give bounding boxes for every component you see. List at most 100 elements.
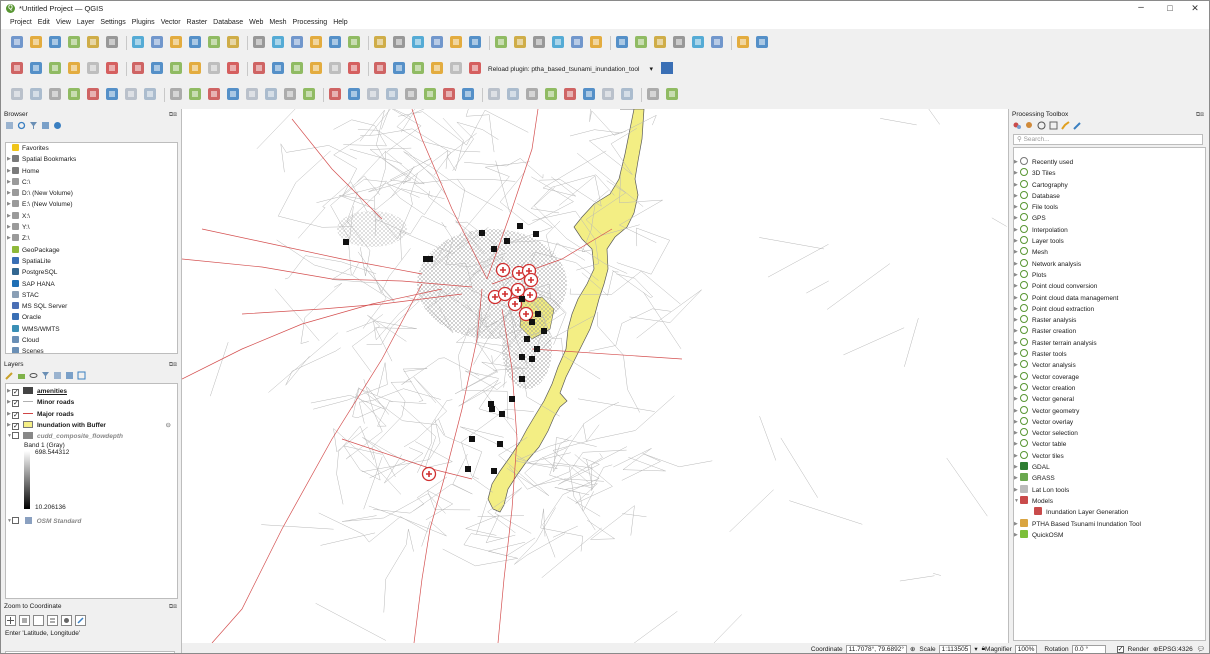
toolbar-tool-icon[interactable] — [486, 86, 502, 104]
marker-icon[interactable] — [75, 614, 86, 628]
toolbar-tool-icon[interactable] — [467, 34, 483, 52]
browser-item[interactable]: ▶ Y:\ — [6, 222, 177, 233]
toolbar-tool-icon[interactable] — [581, 86, 597, 104]
browser-item[interactable]: GeoPackage — [6, 245, 177, 256]
toolbar-tool-icon[interactable] — [130, 34, 146, 52]
toolbar-tool-icon[interactable] — [47, 86, 63, 104]
browser-item[interactable]: Favorites — [6, 143, 177, 154]
menu-settings[interactable]: Settings — [97, 19, 128, 26]
processing-item[interactable]: ▶ Vector creation — [1014, 382, 1205, 394]
processing-item[interactable]: ▶ Plots — [1014, 269, 1205, 281]
menu-edit[interactable]: Edit — [35, 19, 53, 26]
layer-row[interactable]: ▶ ✓ Major roads — [6, 409, 177, 420]
expand-arrow-icon[interactable]: ▶ — [1014, 281, 1018, 292]
browser-item[interactable]: ▶ E:\ (New Volume) — [6, 199, 177, 210]
messages-icon[interactable]: 💬︎ — [1197, 645, 1205, 653]
toolbar-tool-icon[interactable] — [225, 86, 241, 104]
browser-item[interactable]: Oracle — [6, 312, 177, 323]
toolbar-tool-icon[interactable] — [206, 60, 222, 78]
menu-database[interactable]: Database — [210, 19, 246, 26]
toolbar-tool-icon[interactable] — [289, 34, 305, 52]
processing-search-input[interactable]: ⚲ Search... — [1013, 134, 1203, 145]
toolbar-tool-icon[interactable] — [28, 86, 44, 104]
menu-help[interactable]: Help — [330, 19, 350, 26]
crs-button[interactable]: EPSG:4326 — [1158, 646, 1192, 653]
expand-arrow-icon[interactable]: ▶ — [7, 233, 11, 244]
layer-checkbox[interactable]: ✓ — [12, 422, 19, 430]
layer-row[interactable]: ▼ cudd_composite_flowdepth — [6, 431, 177, 442]
expand-arrow-icon[interactable]: ▶ — [1014, 383, 1018, 394]
processing-item[interactable]: ▶ Raster terrain analysis — [1014, 337, 1205, 349]
toolbar-tool-icon[interactable] — [168, 60, 184, 78]
toolbar-tool-icon[interactable] — [652, 34, 668, 52]
filter-indicator-icon[interactable]: ⊖ — [166, 420, 171, 431]
expand-arrow-icon[interactable]: ▶ — [1014, 225, 1018, 236]
toolbar-tool-icon[interactable] — [66, 60, 82, 78]
panel-float-close-icon[interactable]: ⧉⊠ — [1196, 110, 1204, 121]
processing-item[interactable]: ▶ Raster creation — [1014, 326, 1205, 337]
help-icon[interactable] — [659, 60, 675, 78]
toolbar-tool-icon[interactable] — [28, 60, 44, 78]
toolbar-tool-icon[interactable] — [149, 34, 165, 52]
menu-vector[interactable]: Vector — [158, 19, 184, 26]
reload-plugin-dropdown-icon[interactable]: ▾ — [649, 65, 653, 73]
processing-item[interactable]: ▶ Point cloud extraction — [1014, 303, 1205, 315]
toolbar-tool-icon[interactable] — [85, 60, 101, 78]
toolbar-tool-icon[interactable] — [187, 60, 203, 78]
toolbar-tool-icon[interactable] — [270, 60, 286, 78]
browser-item[interactable]: WMS/WMTS — [6, 324, 177, 335]
toolbar-tool-icon[interactable] — [47, 60, 63, 78]
toolbar-tool-icon[interactable] — [130, 60, 146, 78]
toolbar-tool-icon[interactable] — [225, 34, 241, 52]
toolbar-tool-icon[interactable] — [735, 34, 751, 52]
panel-float-close-icon[interactable]: ⧉⊠ — [169, 360, 177, 371]
expand-arrow-icon[interactable]: ▶ — [1014, 191, 1018, 202]
minimize-button[interactable]: – — [1125, 1, 1157, 16]
expand-arrow-icon[interactable]: ▶ — [7, 154, 11, 165]
toolbar-tool-icon[interactable] — [550, 34, 566, 52]
style-icon[interactable] — [5, 371, 14, 382]
processing-item[interactable]: ▶ Recently used — [1014, 157, 1205, 168]
toolbar-tool-icon[interactable] — [524, 86, 540, 104]
scale-field[interactable]: 1:113505 — [938, 644, 972, 653]
expand-arrow-icon[interactable]: ▶ — [1014, 270, 1018, 281]
expand-arrow-icon[interactable]: ▶ — [1014, 293, 1018, 304]
processing-item[interactable]: ▶ Network analysis — [1014, 258, 1205, 270]
expand-arrow-icon[interactable]: ▶ — [1014, 372, 1018, 383]
processing-item[interactable]: ▶ 3D Tiles — [1014, 168, 1205, 179]
expand-arrow-icon[interactable]: ▶ — [1014, 394, 1018, 405]
expand-arrow-icon[interactable]: ▶ — [7, 211, 11, 222]
toolbar-tool-icon[interactable] — [372, 60, 388, 78]
toolbar-tool-icon[interactable] — [422, 86, 438, 104]
expand-arrow-icon[interactable]: ▶ — [1014, 473, 1018, 484]
toolbar-tool-icon[interactable] — [441, 86, 457, 104]
toolbar-tool-icon[interactable] — [327, 60, 343, 78]
processing-item[interactable]: ▶ QuickOSM — [1014, 529, 1205, 541]
toolbar-tool-icon[interactable] — [206, 34, 222, 52]
expand-arrow-icon[interactable]: ▶ — [1014, 180, 1018, 191]
info-icon[interactable] — [53, 121, 62, 132]
menu-view[interactable]: View — [53, 19, 74, 26]
scripts-icon[interactable] — [1025, 121, 1034, 132]
filter-icon[interactable] — [29, 121, 38, 132]
toolbar-tool-icon[interactable] — [149, 60, 165, 78]
toolbar-tool-icon[interactable] — [633, 34, 649, 52]
processing-item[interactable]: ▶ Interpolation — [1014, 224, 1205, 236]
browser-item[interactable]: STAC — [6, 290, 177, 301]
processing-item[interactable]: ▶ Layer tools — [1014, 236, 1205, 247]
expand-icon[interactable] — [53, 371, 62, 382]
toolbar-tool-icon[interactable] — [372, 34, 388, 52]
expand-arrow-icon[interactable]: ▶ — [1014, 326, 1018, 337]
expand-arrow-icon[interactable]: ▶ — [1014, 451, 1018, 462]
toolbar-tool-icon[interactable] — [493, 34, 509, 52]
toolbar-tool-icon[interactable] — [588, 34, 604, 52]
render-checkbox[interactable]: ✓ — [1116, 645, 1124, 653]
processing-item[interactable]: ▶ PTHA Based Tsunami Inundation Tool — [1014, 518, 1205, 530]
toolbar-tool-icon[interactable] — [531, 34, 547, 52]
toolbar-tool-icon[interactable] — [244, 86, 260, 104]
expand-arrow-icon[interactable]: ▶ — [7, 397, 11, 408]
toolbar-tool-icon[interactable] — [365, 86, 381, 104]
expand-arrow-icon[interactable]: ▶ — [1014, 417, 1018, 428]
processing-item[interactable]: ▶ Vector geometry — [1014, 405, 1205, 417]
toolbar-tool-icon[interactable] — [9, 86, 25, 104]
